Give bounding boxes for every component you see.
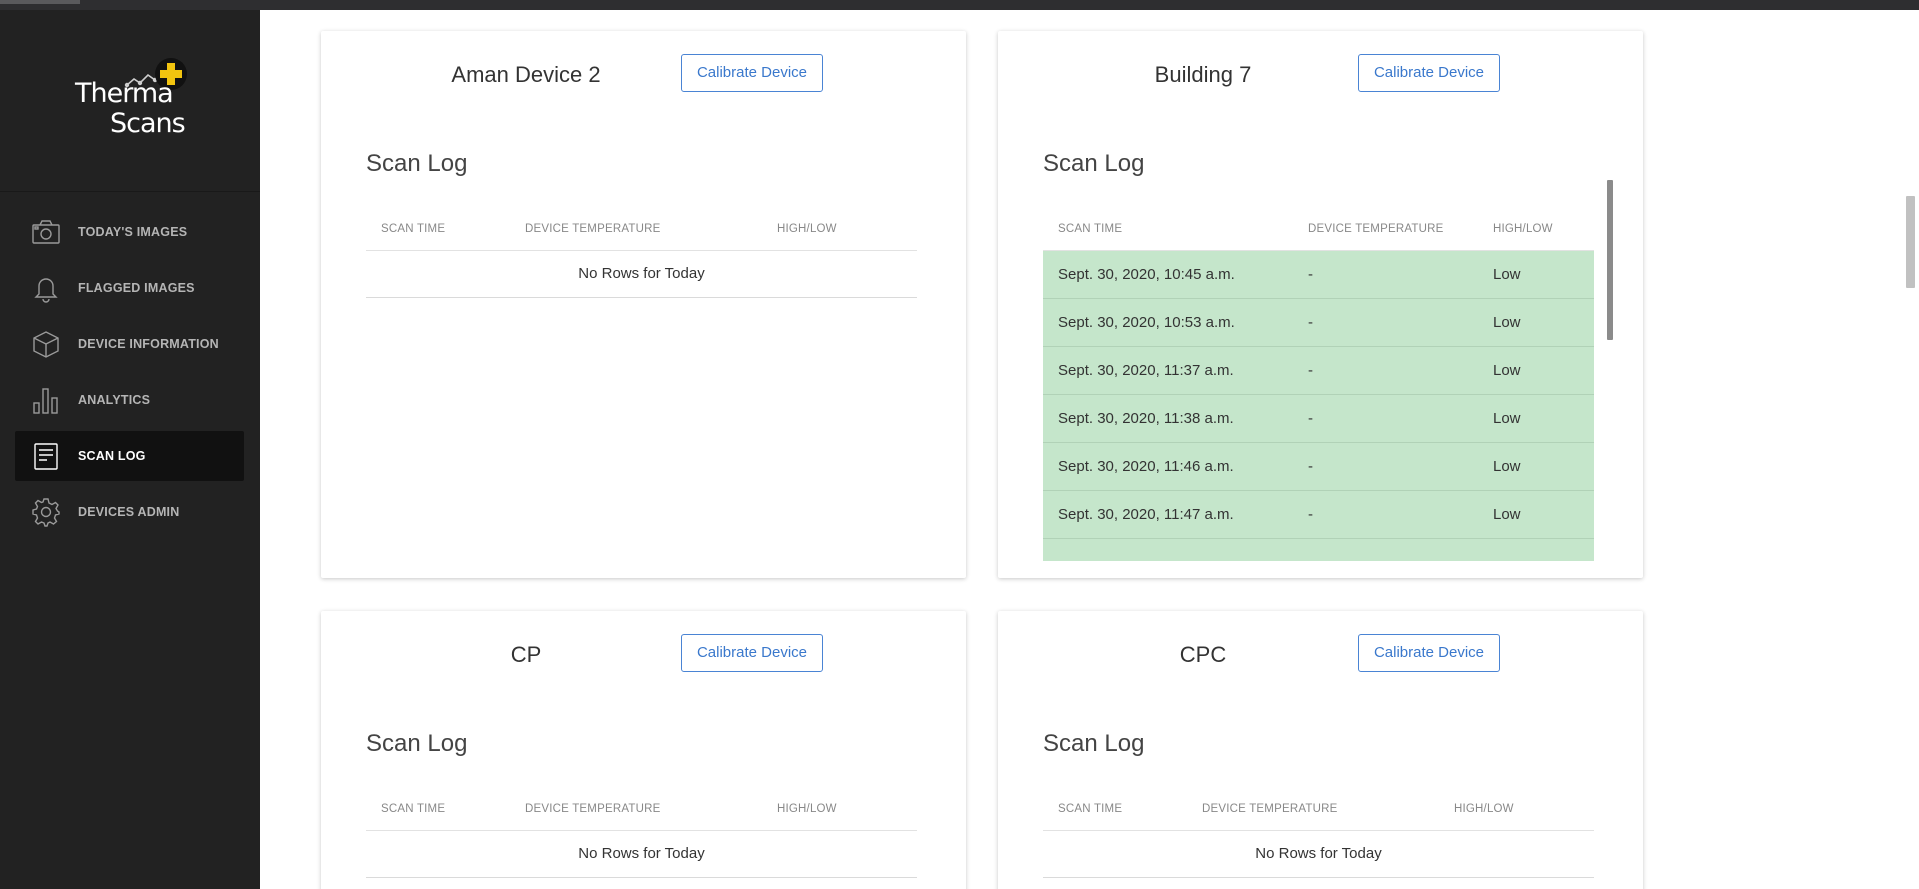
scan-log-table: SCAN TIME DEVICE TEMPERATURE HIGH/LOW No… bbox=[366, 787, 917, 878]
sidebar-item-label: SCAN LOG bbox=[78, 449, 146, 463]
brand-name-line2: Scans bbox=[110, 108, 186, 139]
sidebar-item-devices-admin[interactable]: DEVICES ADMIN bbox=[15, 487, 244, 537]
gear-icon bbox=[30, 496, 62, 528]
bar-chart-icon bbox=[30, 384, 62, 416]
column-scan-time[interactable]: SCAN TIME bbox=[381, 787, 445, 831]
device-temperature-cell: - bbox=[1308, 266, 1313, 283]
scan-log-title: Scan Log bbox=[1043, 150, 1145, 177]
device-title: CP bbox=[510, 642, 542, 667]
high-low-cell: Low bbox=[1493, 266, 1521, 283]
scan-log-rows[interactable]: Sept. 30, 2020, 10:45 a.m. - Low Sept. 3… bbox=[1043, 251, 1594, 561]
sidebar-nav: TODAY'S IMAGES FLAGGED IMAGES DEVICE INF… bbox=[0, 207, 260, 543]
sidebar-item-label: DEVICE INFORMATION bbox=[78, 337, 219, 351]
device-card-aman-device-2: Aman Device 2 Calibrate Device Scan Log … bbox=[321, 31, 966, 578]
scan-log-title: Scan Log bbox=[1043, 730, 1145, 757]
scan-time-cell: Sept. 30, 2020, 10:53 a.m. bbox=[1058, 314, 1235, 331]
scan-log-table: SCAN TIME DEVICE TEMPERATURE HIGH/LOW No… bbox=[1043, 787, 1594, 878]
table-header: SCAN TIME DEVICE TEMPERATURE HIGH/LOW bbox=[366, 207, 917, 251]
column-scan-time[interactable]: SCAN TIME bbox=[1058, 787, 1122, 831]
page-scrollbar-thumb[interactable] bbox=[1906, 196, 1915, 288]
bell-icon bbox=[30, 272, 62, 304]
sidebar: Therma Scans TODAY'S IMAGES FLAGGED IMAG… bbox=[0, 10, 260, 889]
calibrate-device-button[interactable]: Calibrate Device bbox=[681, 54, 823, 92]
scan-log-table: SCAN TIME DEVICE TEMPERATURE HIGH/LOW Se… bbox=[1043, 207, 1594, 561]
device-card-building-7: Building 7 Calibrate Device Scan Log SCA… bbox=[998, 31, 1643, 578]
column-high-low[interactable]: HIGH/LOW bbox=[1454, 787, 1514, 831]
table-header: SCAN TIME DEVICE TEMPERATURE HIGH/LOW bbox=[1043, 787, 1594, 831]
scan-log-table: SCAN TIME DEVICE TEMPERATURE HIGH/LOW No… bbox=[366, 207, 917, 298]
device-title: Aman Device 2 bbox=[451, 62, 601, 87]
browser-top-bar bbox=[0, 0, 1919, 10]
high-low-cell: Low bbox=[1493, 314, 1521, 331]
column-scan-time[interactable]: SCAN TIME bbox=[381, 207, 445, 251]
table-header: SCAN TIME DEVICE TEMPERATURE HIGH/LOW bbox=[1043, 207, 1594, 251]
table-row-partial bbox=[1043, 539, 1594, 561]
device-temperature-cell: - bbox=[1308, 314, 1313, 331]
table-row: Sept. 30, 2020, 11:46 a.m. - Low bbox=[1043, 443, 1594, 491]
device-temperature-cell: - bbox=[1308, 506, 1313, 523]
sidebar-item-label: DEVICES ADMIN bbox=[78, 505, 180, 519]
device-temperature-cell: - bbox=[1308, 410, 1313, 427]
column-device-temperature[interactable]: DEVICE TEMPERATURE bbox=[1202, 787, 1337, 831]
column-scan-time[interactable]: SCAN TIME bbox=[1058, 207, 1122, 251]
sidebar-item-device-information[interactable]: DEVICE INFORMATION bbox=[15, 319, 244, 369]
table-row: Sept. 30, 2020, 11:37 a.m. - Low bbox=[1043, 347, 1594, 395]
high-low-cell: Low bbox=[1493, 410, 1521, 427]
high-low-cell: Low bbox=[1493, 506, 1521, 523]
sidebar-item-label: FLAGGED IMAGES bbox=[78, 281, 195, 295]
column-device-temperature[interactable]: DEVICE TEMPERATURE bbox=[1308, 207, 1443, 251]
document-list-icon bbox=[30, 440, 62, 472]
table-row: Sept. 30, 2020, 11:47 a.m. - Low bbox=[1043, 491, 1594, 539]
scan-time-cell: Sept. 30, 2020, 10:45 a.m. bbox=[1058, 266, 1235, 283]
scan-log-scrollbar[interactable] bbox=[1607, 180, 1613, 340]
device-title: Building 7 bbox=[1154, 62, 1252, 87]
column-high-low[interactable]: HIGH/LOW bbox=[1493, 207, 1553, 251]
scan-time-cell: Sept. 30, 2020, 11:47 a.m. bbox=[1058, 506, 1234, 523]
brand-area: Therma Scans bbox=[0, 10, 260, 192]
browser-tab-strip bbox=[0, 0, 80, 4]
column-device-temperature[interactable]: DEVICE TEMPERATURE bbox=[525, 787, 660, 831]
sidebar-item-analytics[interactable]: ANALYTICS bbox=[15, 375, 244, 425]
column-device-temperature[interactable]: DEVICE TEMPERATURE bbox=[525, 207, 660, 251]
table-header: SCAN TIME DEVICE TEMPERATURE HIGH/LOW bbox=[366, 787, 917, 831]
empty-row: No Rows for Today bbox=[366, 831, 917, 878]
calibrate-device-button[interactable]: Calibrate Device bbox=[1358, 54, 1500, 92]
table-row: Sept. 30, 2020, 11:38 a.m. - Low bbox=[1043, 395, 1594, 443]
table-row: Sept. 30, 2020, 10:45 a.m. - Low bbox=[1043, 251, 1594, 299]
high-low-cell: Low bbox=[1493, 458, 1521, 475]
empty-row: No Rows for Today bbox=[1043, 831, 1594, 878]
scan-log-title: Scan Log bbox=[366, 730, 468, 757]
high-low-cell: Low bbox=[1493, 362, 1521, 379]
device-temperature-cell: - bbox=[1308, 362, 1313, 379]
device-card-cp: CP Calibrate Device Scan Log SCAN TIME D… bbox=[321, 611, 966, 889]
scan-time-cell: Sept. 30, 2020, 11:46 a.m. bbox=[1058, 458, 1234, 475]
calibrate-device-button[interactable]: Calibrate Device bbox=[1358, 634, 1500, 672]
scan-time-cell: Sept. 30, 2020, 11:37 a.m. bbox=[1058, 362, 1234, 379]
scan-log-title: Scan Log bbox=[366, 150, 468, 177]
cube-icon bbox=[30, 328, 62, 360]
page-scrollbar-track[interactable] bbox=[1902, 10, 1919, 889]
table-row: Sept. 30, 2020, 10:53 a.m. - Low bbox=[1043, 299, 1594, 347]
brand-name-line1: Therma bbox=[75, 78, 174, 109]
scan-time-cell: Sept. 30, 2020, 11:38 a.m. bbox=[1058, 410, 1234, 427]
device-card-cpc: CPC Calibrate Device Scan Log SCAN TIME … bbox=[998, 611, 1643, 889]
device-title: CPC bbox=[1179, 642, 1227, 667]
sidebar-item-todays-images[interactable]: TODAY'S IMAGES bbox=[15, 207, 244, 257]
column-high-low[interactable]: HIGH/LOW bbox=[777, 207, 837, 251]
sidebar-item-label: TODAY'S IMAGES bbox=[78, 225, 188, 239]
sidebar-item-flagged-images[interactable]: FLAGGED IMAGES bbox=[15, 263, 244, 313]
camera-icon bbox=[30, 216, 62, 248]
column-high-low[interactable]: HIGH/LOW bbox=[777, 787, 837, 831]
device-temperature-cell: - bbox=[1308, 458, 1313, 475]
calibrate-device-button[interactable]: Calibrate Device bbox=[681, 634, 823, 672]
sidebar-item-label: ANALYTICS bbox=[78, 393, 151, 407]
sidebar-item-scan-log[interactable]: SCAN LOG bbox=[15, 431, 244, 481]
empty-row: No Rows for Today bbox=[366, 251, 917, 298]
